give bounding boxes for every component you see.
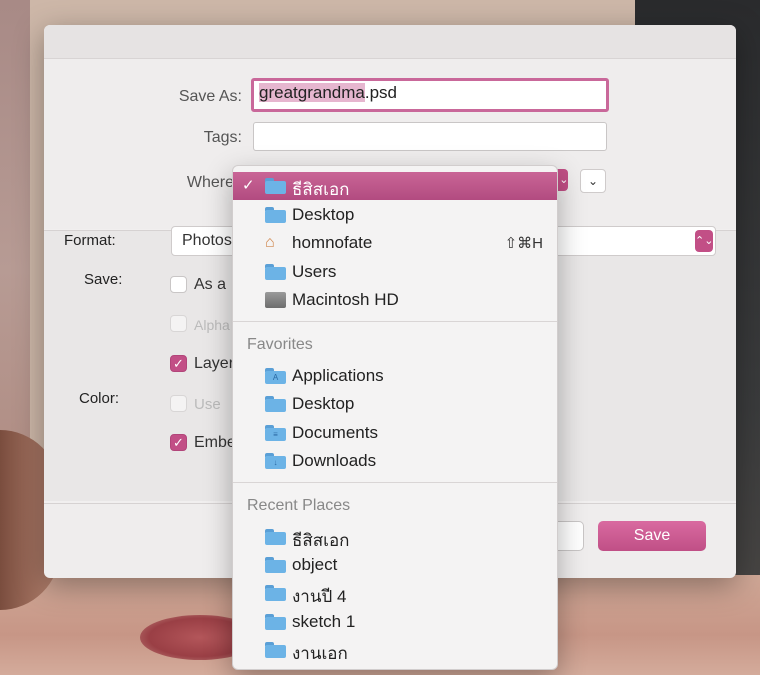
folder-icon — [265, 585, 286, 601]
menu-item-macintosh-hd[interactable]: Macintosh HD — [233, 286, 557, 314]
folder-icon — [265, 178, 286, 194]
menu-item-downloads[interactable]: ↓ Downloads — [233, 447, 557, 475]
folder-icon — [265, 529, 286, 545]
folder-icon — [265, 557, 286, 573]
menu-item-recent-2[interactable]: object — [233, 551, 557, 579]
menu-item-label: ธีสิสเอก — [292, 180, 350, 199]
option-as-a-copy-checkbox[interactable] — [170, 276, 187, 293]
option-as-a-copy-label: As a — [194, 276, 227, 293]
menu-item-label: ธีสิสเอก — [292, 531, 350, 550]
menu-item-desktop[interactable]: Desktop — [233, 201, 557, 229]
menu-separator — [233, 321, 557, 322]
menu-item-label: Documents — [292, 423, 378, 442]
tags-label: Tags: — [203, 129, 242, 146]
menu-item-shortcut: ⇧⌘H — [504, 235, 543, 252]
disk-icon — [265, 292, 286, 308]
favorites-header: Favorites — [247, 336, 313, 353]
save-as-field[interactable]: greatgrandma.psd — [251, 78, 609, 112]
menu-item-users[interactable]: Users — [233, 258, 557, 286]
menu-item-label: งานเอก — [292, 644, 348, 663]
option-layers-label: Layer — [194, 355, 235, 372]
format-stepper[interactable]: ⌃⌄ — [695, 230, 713, 252]
menu-item-favorites-desktop[interactable]: Desktop — [233, 390, 557, 418]
applications-folder-icon: A — [265, 368, 286, 384]
documents-folder-icon: ≡ — [265, 425, 286, 441]
option-alpha-checkbox[interactable] — [170, 315, 187, 332]
menu-item-label: object — [292, 555, 338, 574]
menu-item-home[interactable]: ⌂ homnofate ⇧⌘H — [233, 229, 557, 257]
menu-item-label: Users — [292, 262, 337, 281]
save-button[interactable]: Save — [598, 521, 706, 551]
menu-item-label: Macintosh HD — [292, 290, 399, 309]
home-icon: ⌂ — [265, 234, 275, 251]
menu-item-label: Desktop — [292, 394, 355, 413]
folder-icon — [265, 207, 286, 223]
menu-item-recent-3[interactable]: งานปี 4 — [233, 579, 557, 607]
dialog-titlebar — [44, 25, 736, 59]
format-label: Format: — [64, 232, 116, 249]
menu-item-documents[interactable]: ≡ Documents — [233, 419, 557, 447]
folder-icon — [265, 642, 286, 658]
chevron-down-icon: ⌄ — [587, 174, 599, 188]
folder-icon — [265, 264, 286, 280]
option-layers-checkbox[interactable]: ✓ — [170, 355, 187, 372]
menu-item-recent-1[interactable]: ธีสิสเอก — [233, 523, 557, 551]
check-icon: ✓ — [173, 435, 184, 450]
menu-item-label: Desktop — [292, 205, 355, 224]
downloads-folder-icon: ↓ — [265, 453, 286, 469]
save-label: Save: — [84, 271, 123, 288]
option-embed-checkbox[interactable]: ✓ — [170, 434, 187, 451]
menu-item-current-folder[interactable]: ✓ ธีสิสเอก — [233, 172, 557, 200]
menu-item-applications[interactable]: A Applications — [233, 362, 557, 390]
filename-extension: .psd — [364, 83, 397, 102]
menu-item-label: Applications — [292, 366, 384, 385]
expand-dialog-button[interactable]: ⌄ — [580, 169, 606, 193]
recent-places-header: Recent Places — [247, 497, 351, 514]
format-value: Photos — [182, 232, 232, 249]
menu-item-label: งานปี 4 — [292, 587, 347, 606]
option-use-checkbox[interactable] — [170, 395, 187, 412]
menu-item-label: Downloads — [292, 451, 377, 470]
folder-icon — [265, 396, 286, 412]
menu-item-recent-4[interactable]: sketch 1 — [233, 608, 557, 636]
option-use-label: Use — [194, 396, 221, 413]
check-icon: ✓ — [173, 356, 184, 371]
menu-item-label: sketch 1 — [292, 612, 356, 631]
menu-item-label: homnofate — [292, 233, 373, 252]
menu-item-recent-5[interactable]: งานเอก — [233, 636, 557, 664]
folder-icon — [265, 614, 286, 630]
tags-field[interactable] — [253, 122, 607, 151]
option-alpha-label: Alpha — [194, 317, 230, 333]
check-icon: ✓ — [242, 177, 255, 194]
filename-selected-text: greatgrandma — [259, 83, 365, 102]
where-dropdown-menu: ✓ ธีสิสเอก Desktop ⌂ homnofate ⇧⌘H Users… — [232, 165, 558, 670]
option-embed-label: Embe — [194, 434, 236, 451]
menu-separator — [233, 482, 557, 483]
save-as-label: Save As: — [178, 88, 242, 105]
where-label: Where — [186, 174, 234, 191]
color-label: Color: — [79, 390, 120, 407]
